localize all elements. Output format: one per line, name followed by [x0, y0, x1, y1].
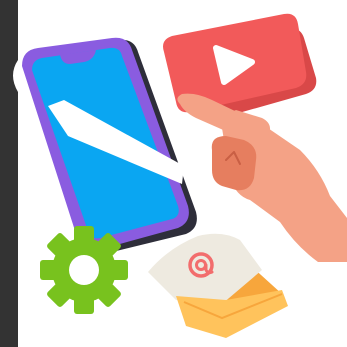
left-edge-bar — [0, 0, 18, 347]
illustration-canvas — [0, 0, 347, 347]
mobile-apps-illustration — [0, 0, 347, 347]
gear-icon — [40, 226, 128, 314]
envelope-icon — [148, 233, 288, 338]
gear-hole — [69, 255, 99, 285]
hand-curled-fingers — [211, 136, 257, 191]
